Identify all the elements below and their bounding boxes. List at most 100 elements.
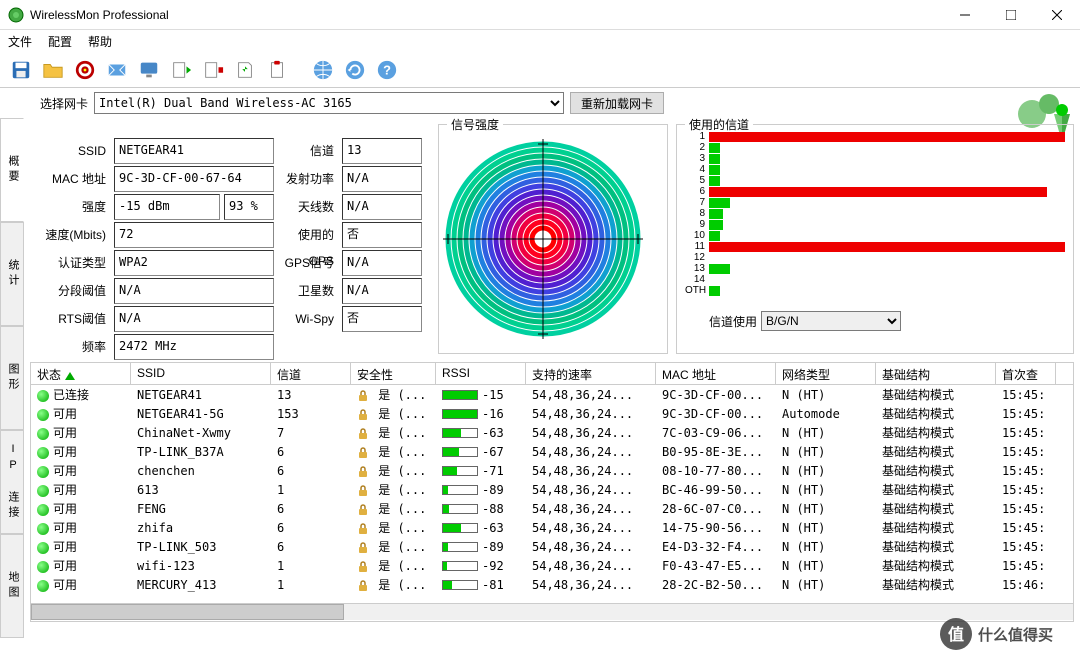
sat-label: 卫星数 — [278, 278, 338, 304]
window-title: WirelessMon Professional — [30, 8, 169, 22]
channel-number: 10 — [685, 230, 709, 241]
channel-number: 3 — [685, 153, 709, 164]
col-status[interactable]: 状态 — [31, 363, 131, 384]
auth-label: 认证类型 — [30, 250, 110, 276]
gps-label: 使用的GPS — [278, 222, 338, 248]
refresh-icon[interactable] — [342, 57, 368, 83]
channel-mode-select[interactable]: B/G/N — [761, 311, 901, 331]
watermark: 值 什么值得买 — [938, 616, 1068, 652]
svg-text:值: 值 — [948, 625, 964, 644]
speed-value: 72 — [114, 222, 274, 248]
log-start-icon[interactable] — [168, 57, 194, 83]
channel-number: 8 — [685, 208, 709, 219]
channel-number: OTH — [685, 285, 709, 296]
channel-label: 信道 — [278, 138, 338, 164]
table-row[interactable]: 可用chenchen6 是 (...-7154,48,36,24...08-10… — [31, 461, 1073, 480]
menu-config[interactable]: 配置 — [48, 33, 72, 50]
channel-number: 14 — [685, 274, 709, 285]
display-icon[interactable] — [136, 57, 162, 83]
table-row[interactable]: 可用zhifa6 是 (...-6354,48,36,24...14-75-90… — [31, 518, 1073, 537]
status-dot-icon — [37, 504, 49, 516]
gpssig-label: GPS信号 — [278, 250, 338, 276]
col-mac[interactable]: MAC 地址 — [656, 363, 776, 384]
globe-icon[interactable] — [310, 57, 336, 83]
col-rate[interactable]: 支持的速率 — [526, 363, 656, 384]
channel-bar-row: 6 — [685, 186, 1065, 197]
grid-body[interactable]: 已连接NETGEAR4113 是 (...-1554,48,36,24...9C… — [31, 385, 1073, 603]
channel-number: 11 — [685, 241, 709, 252]
table-row[interactable]: 可用MERCURY_4131 是 (...-8154,48,36,24...28… — [31, 575, 1073, 594]
svg-text:什么值得买: 什么值得买 — [978, 626, 1053, 644]
connection-info: SSIDNETGEAR41 信道13 MAC 地址9C-3D-CF-00-67-… — [30, 124, 430, 354]
menu-help[interactable]: 帮助 — [88, 33, 112, 50]
network-map-icon[interactable] — [104, 57, 130, 83]
col-security[interactable]: 安全性 — [351, 363, 436, 384]
table-row[interactable]: 可用FENG6 是 (...-8854,48,36,24...28-6C-07-… — [31, 499, 1073, 518]
wispy-value: 否 — [342, 306, 422, 332]
antenna-label: 天线数 — [278, 194, 338, 220]
vtab-map[interactable]: 地图 — [0, 534, 23, 638]
col-channel[interactable]: 信道 — [271, 363, 351, 384]
auth-value: WPA2 — [114, 250, 274, 276]
adapter-select[interactable]: Intel(R) Dual Band Wireless-AC 3165 — [94, 92, 564, 114]
log-stop-icon[interactable] — [200, 57, 226, 83]
wispy-label: Wi-Spy — [278, 306, 338, 332]
channel-bar-row: 5 — [685, 175, 1065, 186]
status-dot-icon — [37, 561, 49, 573]
channel-usage-panel: 使用的信道 1234567891011121314OTH 信道使用 B/G/N — [676, 124, 1074, 354]
table-row[interactable]: 可用ChinaNet-Xwmy7 是 (...-6354,48,36,24...… — [31, 423, 1073, 442]
col-nettype[interactable]: 网络类型 — [776, 363, 876, 384]
table-row[interactable]: 已连接NETGEAR4113 是 (...-1554,48,36,24...9C… — [31, 385, 1073, 404]
clipboard-icon[interactable] — [264, 57, 290, 83]
save-icon[interactable] — [8, 57, 34, 83]
signal-radar — [443, 139, 643, 339]
sat-value: N/A — [342, 278, 422, 304]
svg-text:?: ? — [383, 62, 391, 77]
target-icon[interactable] — [72, 57, 98, 83]
vertical-tabs: 概要 统计 图形 IP 连接 地图 — [0, 118, 24, 638]
folder-icon[interactable] — [40, 57, 66, 83]
col-rssi[interactable]: RSSI — [436, 363, 526, 384]
col-first[interactable]: 首次查 — [996, 363, 1056, 384]
vtab-ipconn[interactable]: IP 连接 — [0, 430, 23, 534]
strength-label: 强度 — [30, 194, 110, 220]
channel-value: 13 — [342, 138, 422, 164]
maximize-button[interactable] — [988, 0, 1034, 30]
col-infra[interactable]: 基础结构 — [876, 363, 996, 384]
adapter-selector-row: 选择网卡 Intel(R) Dual Band Wireless-AC 3165… — [0, 88, 1080, 118]
vtab-summary[interactable]: 概要 — [0, 118, 24, 222]
gps-value: 否 — [342, 222, 422, 248]
channel-bar-row: 14 — [685, 274, 1065, 285]
table-row[interactable]: 可用TP-LINK_B37A6 是 (...-6754,48,36,24...B… — [31, 442, 1073, 461]
col-ssid[interactable]: SSID — [131, 363, 271, 384]
help-icon[interactable]: ? — [374, 57, 400, 83]
channel-bar-row: 13 — [685, 263, 1065, 274]
channel-number: 5 — [685, 175, 709, 186]
status-dot-icon — [37, 428, 49, 440]
horizontal-scrollbar[interactable] — [31, 603, 1073, 620]
channel-bar-row: 3 — [685, 153, 1065, 164]
channel-bar-row: 9 — [685, 219, 1065, 230]
freq-value: 2472 MHz — [114, 334, 274, 360]
channel-number: 1 — [685, 131, 709, 142]
channel-number: 4 — [685, 164, 709, 175]
frag-label: 分段阈值 — [30, 278, 110, 304]
channel-number: 7 — [685, 197, 709, 208]
vtab-graph[interactable]: 图形 — [0, 326, 23, 430]
table-row[interactable]: 可用TP-LINK_5036 是 (...-8954,48,36,24...E4… — [31, 537, 1073, 556]
menu-file[interactable]: 文件 — [8, 33, 32, 50]
signal-panel-title: 信号强度 — [447, 118, 503, 133]
gpssig-value: N/A — [342, 250, 422, 276]
minimize-button[interactable] — [942, 0, 988, 30]
channel-bar-row: 7 — [685, 197, 1065, 208]
table-row[interactable]: 可用NETGEAR41-5G153 是 (...-1654,48,36,24..… — [31, 404, 1073, 423]
channel-number: 2 — [685, 142, 709, 153]
toolbar: ? — [0, 52, 1080, 88]
titlebar: WirelessMon Professional — [0, 0, 1080, 30]
export-icon[interactable] — [232, 57, 258, 83]
close-button[interactable] — [1034, 0, 1080, 30]
vtab-stats[interactable]: 统计 — [0, 222, 23, 326]
reload-adapter-button[interactable]: 重新加载网卡 — [570, 92, 664, 114]
table-row[interactable]: 可用wifi-1231 是 (...-9254,48,36,24...F0-43… — [31, 556, 1073, 575]
table-row[interactable]: 可用6131 是 (...-8954,48,36,24...BC-46-99-5… — [31, 480, 1073, 499]
